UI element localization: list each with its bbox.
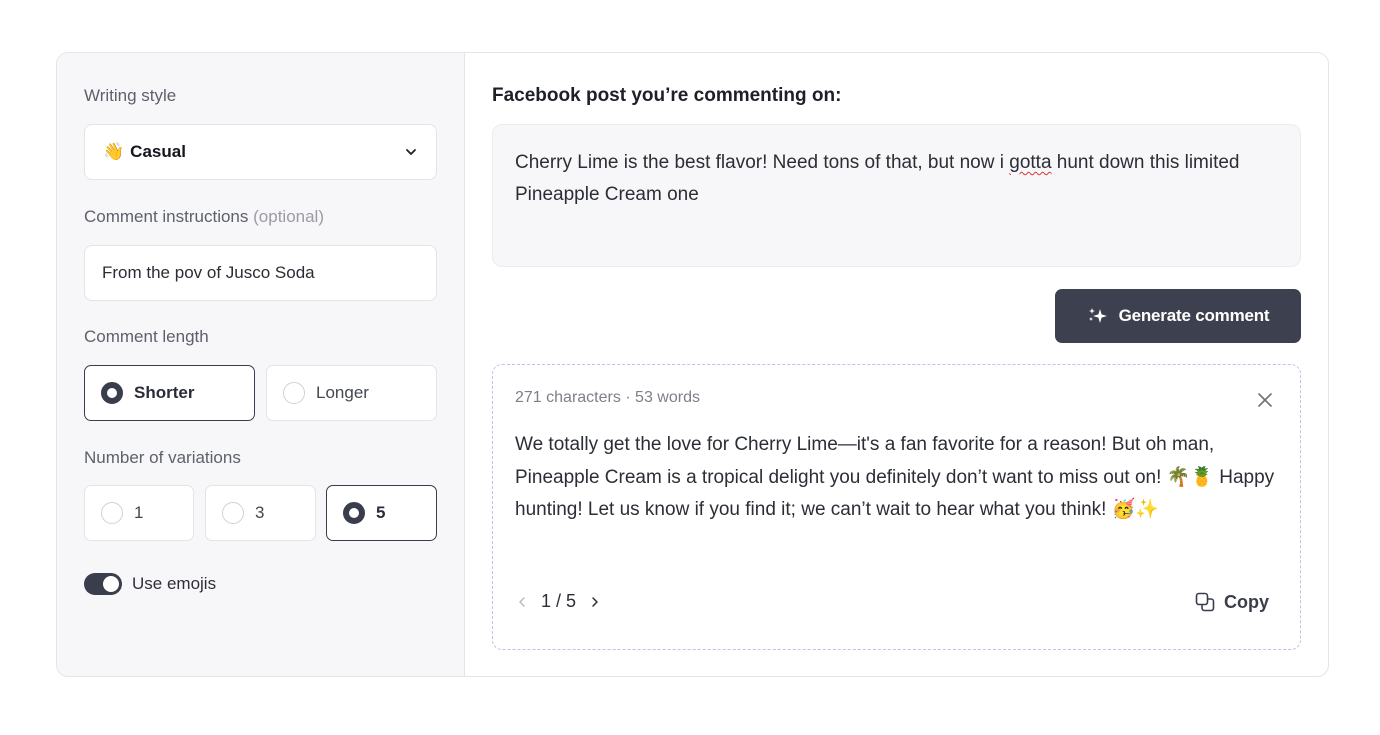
radio-selected-icon (343, 502, 365, 524)
option-label: Longer (316, 383, 369, 402)
radio-selected-icon (101, 382, 123, 404)
post-text-box[interactable]: Cherry Lime is the best flavor! Need ton… (492, 124, 1301, 267)
post-text-part: Cherry Lime is the best flavor! Need ton… (515, 152, 1010, 173)
option-label: 3 (255, 503, 265, 522)
variation-option-3[interactable]: 3 (205, 485, 316, 541)
settings-panel: Writing style 👋 Casual Comment instructi… (57, 53, 465, 676)
use-emojis-toggle[interactable] (84, 573, 122, 595)
close-icon[interactable] (1256, 391, 1274, 409)
writing-style-select[interactable]: 👋 Casual (84, 124, 437, 180)
comment-length-label: Comment length (84, 327, 209, 346)
chevron-left-icon[interactable] (515, 595, 529, 609)
misspelled-word: gotta (1009, 152, 1052, 173)
radio-empty-icon (283, 382, 305, 404)
generate-comment-button[interactable]: Generate comment (1055, 289, 1301, 343)
main-panel: Facebook post you’re commenting on: Cher… (465, 53, 1328, 676)
generate-comment-label: Generate comment (1118, 306, 1270, 325)
optional-hint: (optional) (253, 207, 324, 226)
comment-generator-card: Writing style 👋 Casual Comment instructi… (56, 52, 1329, 677)
variation-pager: 1 / 5 (515, 591, 602, 612)
writing-style-label: Writing style (84, 86, 177, 105)
generated-comment-card: 271 characters · 53 words We totally get… (492, 364, 1301, 650)
use-emojis-toggle-row[interactable]: Use emojis (84, 573, 216, 595)
length-option-longer[interactable]: Longer (266, 365, 437, 421)
instructions-input[interactable]: From the pov of Jusco Soda (84, 245, 437, 301)
option-label: 5 (376, 503, 386, 522)
page-indicator: 1 / 5 (541, 591, 577, 611)
writing-style-value: Casual (130, 142, 186, 161)
copy-label: Copy (1224, 591, 1269, 612)
variation-option-5[interactable]: 5 (326, 485, 437, 541)
variations-label: Number of variations (84, 448, 241, 467)
variation-option-1[interactable]: 1 (84, 485, 194, 541)
sparkles-icon (1088, 308, 1107, 323)
radio-empty-icon (222, 502, 244, 524)
instructions-label-text: Comment instructions (84, 207, 249, 226)
option-label: 1 (134, 503, 144, 522)
comment-stats: 271 characters · 53 words (515, 389, 700, 406)
option-label: Shorter (134, 383, 195, 402)
chevron-down-icon (406, 149, 416, 155)
copy-button[interactable]: Copy (1194, 591, 1269, 613)
generated-comment-text: We totally get the love for Cherry Lime—… (515, 434, 1275, 520)
chevron-right-icon[interactable] (588, 595, 602, 609)
toggle-knob (103, 576, 119, 592)
post-title: Facebook post you’re commenting on: (492, 85, 842, 106)
instructions-label: Comment instructions (optional) (84, 207, 324, 227)
copy-icon (1195, 592, 1215, 612)
use-emojis-label: Use emojis (132, 574, 217, 593)
radio-empty-icon (101, 502, 123, 524)
length-option-shorter[interactable]: Shorter (84, 365, 255, 421)
waving-hand-icon: 👋 (103, 142, 125, 161)
